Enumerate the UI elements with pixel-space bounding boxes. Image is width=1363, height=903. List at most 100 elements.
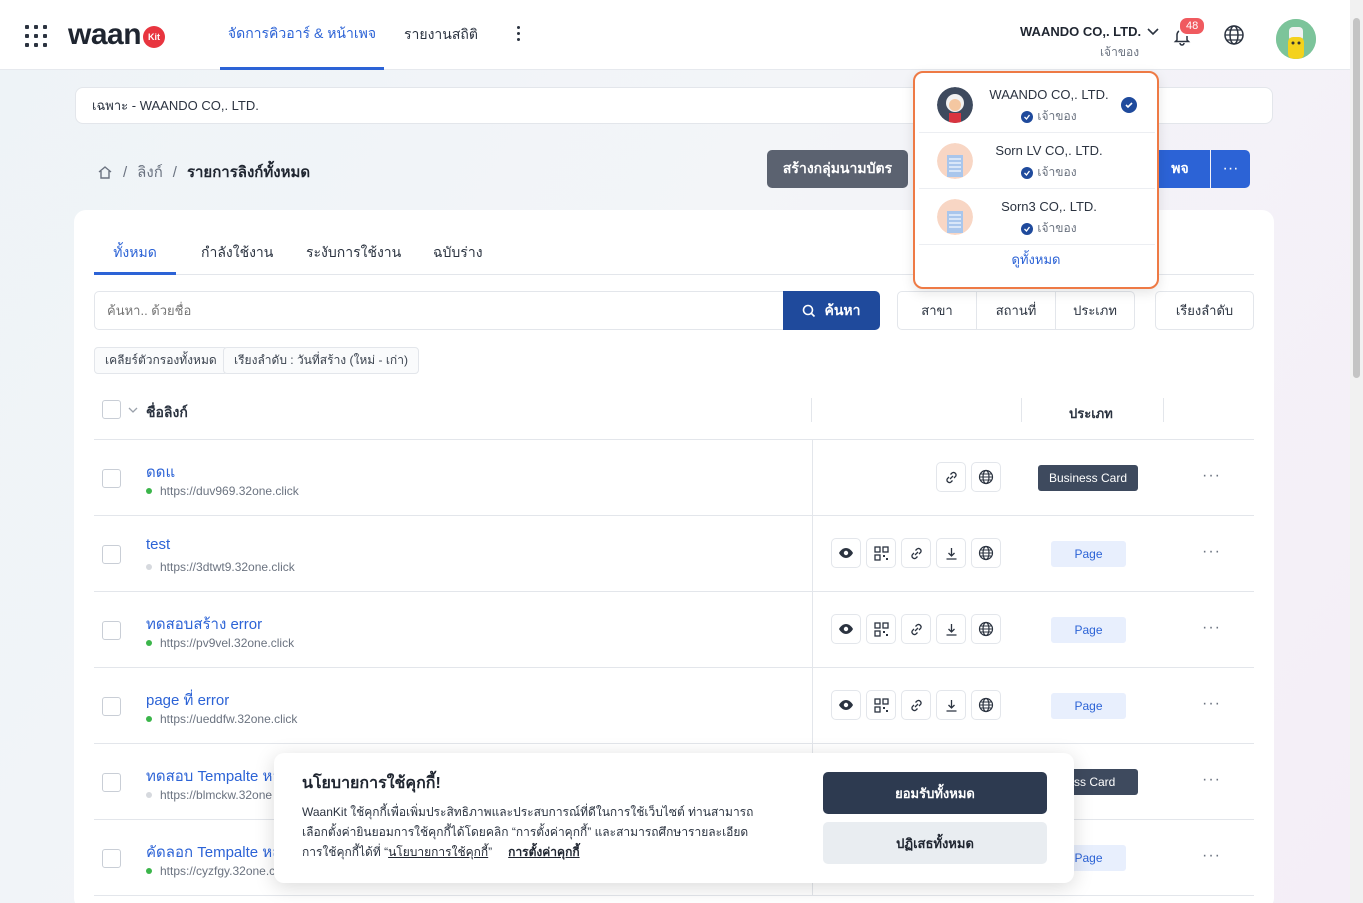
account-switcher[interactable]: WAANDO CO,. LTD. เจ้าของ bbox=[1020, 24, 1159, 62]
qr-code-icon[interactable] bbox=[866, 690, 896, 720]
sort-chip[interactable]: เรียงลำดับ : วันที่สร้าง (ใหม่ - เก่า) bbox=[223, 347, 419, 374]
globe-icon[interactable] bbox=[971, 614, 1001, 644]
cookie-text-line: การใช้คุกกี้ได้ที่ “ bbox=[302, 845, 389, 859]
row-more-icon[interactable]: ··· bbox=[1202, 847, 1221, 865]
download-icon[interactable] bbox=[936, 538, 966, 568]
search-input[interactable] bbox=[94, 291, 784, 330]
verified-icon bbox=[1021, 222, 1034, 235]
link-title[interactable]: คัดลอก Tempalte หล bbox=[146, 840, 281, 864]
logo[interactable]: waan Kit bbox=[68, 18, 166, 52]
globe-icon[interactable] bbox=[971, 462, 1001, 492]
globe-icon[interactable] bbox=[1223, 24, 1245, 46]
home-icon[interactable] bbox=[97, 164, 113, 180]
link-url-text[interactable]: https://duv969.32one.click bbox=[160, 484, 299, 498]
more-menu-icon[interactable] bbox=[512, 26, 524, 41]
user-avatar[interactable] bbox=[1276, 19, 1316, 59]
qr-code-icon[interactable] bbox=[866, 614, 896, 644]
breadcrumb-separator: / bbox=[123, 163, 128, 181]
cookie-policy-link[interactable]: นโยบายการใช้คุกกี้ bbox=[388, 845, 488, 859]
account-option[interactable]: WAANDO CO,. LTD. เจ้าของ bbox=[919, 77, 1155, 133]
row-checkbox[interactable] bbox=[102, 697, 121, 716]
table-row[interactable]: ทดสอบสร้าง error https://pv9vel.32one.cl… bbox=[94, 592, 1254, 668]
type-badge: Page bbox=[1051, 693, 1126, 719]
link-title[interactable]: page ที่ error bbox=[146, 688, 229, 712]
clear-filters-chip[interactable]: เคลียร์ตัวกรองทั้งหมด bbox=[94, 347, 228, 374]
select-all-checkbox[interactable] bbox=[102, 400, 121, 419]
app-grid-icon[interactable] bbox=[25, 25, 47, 47]
row-checkbox[interactable] bbox=[102, 621, 121, 640]
link-title[interactable]: ดดแ bbox=[146, 460, 175, 484]
row-checkbox[interactable] bbox=[102, 545, 121, 564]
cookie-text: WaanKit ใช้คุกกี้เพื่อเพิ่มประสิทธิภาพแล… bbox=[302, 802, 802, 862]
link-title[interactable]: ทดสอบ Tempalte หล bbox=[146, 764, 282, 788]
link-url: https://cyzfgy.32one.c bbox=[146, 864, 275, 878]
download-icon[interactable] bbox=[936, 690, 966, 720]
type-badge: Page bbox=[1051, 541, 1126, 567]
preview-icon[interactable] bbox=[831, 538, 861, 568]
link-title[interactable]: ทดสอบสร้าง error bbox=[146, 612, 262, 636]
accept-all-cookies-button[interactable]: ยอมรับทั้งหมด bbox=[823, 772, 1047, 814]
link-url-text[interactable]: https://cyzfgy.32one.c bbox=[160, 864, 275, 878]
tab-active[interactable]: กำลังใช้งาน bbox=[201, 242, 273, 275]
preview-icon[interactable] bbox=[831, 690, 861, 720]
link-url-text[interactable]: https://ueddfw.32one.click bbox=[160, 712, 297, 726]
preview-icon[interactable] bbox=[831, 614, 861, 644]
row-more-icon[interactable]: ··· bbox=[1202, 771, 1221, 789]
account-option[interactable]: Sorn3 CO,. LTD. เจ้าของ bbox=[919, 189, 1155, 245]
notification-badge: 48 bbox=[1178, 16, 1207, 36]
search-icon bbox=[803, 304, 816, 317]
row-checkbox[interactable] bbox=[102, 849, 121, 868]
logo-kit-badge: Kit bbox=[143, 26, 166, 48]
row-more-icon[interactable]: ··· bbox=[1202, 543, 1221, 561]
copy-link-icon[interactable] bbox=[901, 690, 931, 720]
cookie-settings-link[interactable]: การตั้งค่าคุกกี้ bbox=[508, 845, 579, 859]
reject-all-cookies-button[interactable]: ปฏิเสธทั้งหมด bbox=[823, 822, 1047, 864]
tab-suspended[interactable]: ระงับการใช้งาน bbox=[306, 242, 401, 275]
globe-icon[interactable] bbox=[971, 690, 1001, 720]
qr-code-icon[interactable] bbox=[866, 538, 896, 568]
tab-all[interactable]: ทั้งหมด bbox=[94, 242, 176, 275]
account-option-role: เจ้าของ bbox=[979, 107, 1119, 126]
row-more-icon[interactable]: ··· bbox=[1202, 695, 1221, 713]
breadcrumb-item-links[interactable]: ลิงก์ bbox=[137, 160, 163, 184]
logo-text: waan bbox=[68, 18, 142, 51]
create-page-button[interactable]: พจ bbox=[1150, 150, 1210, 188]
row-checkbox[interactable] bbox=[102, 773, 121, 792]
view-all-accounts-link[interactable]: ดูทั้งหมด bbox=[915, 249, 1157, 270]
table-row[interactable]: ดดแ https://duv969.32one.click Business … bbox=[94, 440, 1254, 516]
nav-tab-reports[interactable]: รายงานสถิติ bbox=[404, 0, 478, 70]
more-actions-button[interactable]: ··· bbox=[1211, 150, 1250, 188]
account-option[interactable]: Sorn LV CO,. LTD. เจ้าของ bbox=[919, 133, 1155, 189]
table-row[interactable]: test https://3dtwt9.32one.click Page ··· bbox=[94, 516, 1254, 592]
row-more-icon[interactable]: ··· bbox=[1202, 467, 1221, 485]
search-button[interactable]: ค้นหา bbox=[783, 291, 880, 330]
row-more-icon[interactable]: ··· bbox=[1202, 619, 1221, 637]
tab-draft[interactable]: ฉบับร่าง bbox=[433, 242, 483, 275]
create-card-group-button[interactable]: สร้างกลุ่มนามบัตร bbox=[767, 150, 908, 188]
link-title[interactable]: test bbox=[146, 536, 170, 553]
scroll-thumb[interactable] bbox=[1353, 18, 1360, 378]
globe-icon[interactable] bbox=[971, 538, 1001, 568]
link-url-text[interactable]: https://3dtwt9.32one.click bbox=[160, 560, 295, 574]
download-icon[interactable] bbox=[936, 614, 966, 644]
filter-branch[interactable]: สาขา bbox=[898, 292, 977, 329]
building-avatar-icon bbox=[937, 199, 973, 235]
copy-link-icon[interactable] bbox=[936, 462, 966, 492]
account-option-role: เจ้าของ bbox=[979, 219, 1119, 238]
page-scrollbar[interactable] bbox=[1350, 0, 1363, 903]
copy-link-icon[interactable] bbox=[901, 538, 931, 568]
link-url: https://duv969.32one.click bbox=[146, 484, 299, 498]
breadcrumb: / ลิงก์ / รายการลิงก์ทั้งหมด bbox=[97, 160, 310, 184]
link-url-text[interactable]: https://pv9vel.32one.click bbox=[160, 636, 294, 650]
chevron-down-icon[interactable] bbox=[128, 407, 138, 413]
filter-type[interactable]: ประเภท bbox=[1056, 292, 1134, 329]
nav-tab-manage-qr[interactable]: จัดการคิวอาร์ & หน้าเพจ bbox=[220, 0, 384, 70]
copy-link-icon[interactable] bbox=[901, 614, 931, 644]
sort-button[interactable]: เรียงลำดับ bbox=[1155, 291, 1254, 330]
filter-location[interactable]: สถานที่ bbox=[977, 292, 1056, 329]
link-url: https://3dtwt9.32one.click bbox=[146, 560, 295, 574]
table-row[interactable]: page ที่ error https://ueddfw.32one.clic… bbox=[94, 668, 1254, 744]
link-url-text[interactable]: https://blmckw.32one bbox=[160, 788, 272, 802]
row-checkbox[interactable] bbox=[102, 469, 121, 488]
status-dot bbox=[146, 564, 152, 570]
